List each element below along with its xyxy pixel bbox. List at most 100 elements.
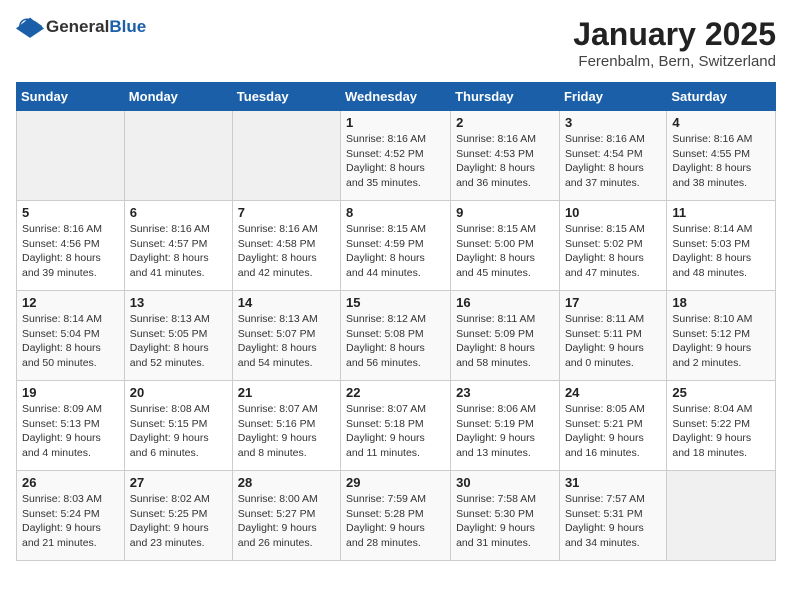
logo-blue: Blue xyxy=(109,17,146,36)
day-number: 27 xyxy=(130,475,227,490)
day-info: Sunrise: 8:06 AM Sunset: 5:19 PM Dayligh… xyxy=(456,402,554,461)
weekday-header-sunday: Sunday xyxy=(17,83,125,111)
day-info: Sunrise: 8:11 AM Sunset: 5:09 PM Dayligh… xyxy=(456,312,554,371)
day-info: Sunrise: 8:03 AM Sunset: 5:24 PM Dayligh… xyxy=(22,492,119,551)
day-cell: 24 Sunrise: 8:05 AM Sunset: 5:21 PM Dayli… xyxy=(559,381,666,471)
day-cell: 22 Sunrise: 8:07 AM Sunset: 5:18 PM Dayli… xyxy=(341,381,451,471)
day-info: Sunrise: 8:02 AM Sunset: 5:25 PM Dayligh… xyxy=(130,492,227,551)
day-info: Sunrise: 8:15 AM Sunset: 4:59 PM Dayligh… xyxy=(346,222,445,281)
title-block: January 2025 Ferenbalm, Bern, Switzerlan… xyxy=(573,16,776,70)
day-cell xyxy=(124,111,232,201)
logo-general: General xyxy=(46,17,109,36)
day-cell: 14 Sunrise: 8:13 AM Sunset: 5:07 PM Dayli… xyxy=(232,291,340,381)
day-number: 20 xyxy=(130,385,227,400)
page-header: GeneralBlue January 2025 Ferenbalm, Bern… xyxy=(16,16,776,70)
day-number: 12 xyxy=(22,295,119,310)
day-cell: 15 Sunrise: 8:12 AM Sunset: 5:08 PM Dayli… xyxy=(341,291,451,381)
day-info: Sunrise: 7:59 AM Sunset: 5:28 PM Dayligh… xyxy=(346,492,445,551)
day-cell: 19Sunrise: 8:09 AM Sunset: 5:13 PM Dayli… xyxy=(17,381,125,471)
day-cell: 31 Sunrise: 7:57 AM Sunset: 5:31 PM Dayli… xyxy=(559,471,666,561)
day-cell: 11 Sunrise: 8:14 AM Sunset: 5:03 PM Dayli… xyxy=(667,201,776,291)
day-cell: 13 Sunrise: 8:13 AM Sunset: 5:05 PM Dayli… xyxy=(124,291,232,381)
day-cell: 23 Sunrise: 8:06 AM Sunset: 5:19 PM Dayli… xyxy=(451,381,560,471)
week-row-3: 12 Sunrise: 8:14 AM Sunset: 5:04 PM Dayli… xyxy=(17,291,776,381)
day-info: Sunrise: 8:14 AM Sunset: 5:03 PM Dayligh… xyxy=(672,222,770,281)
day-number: 15 xyxy=(346,295,445,310)
day-cell: 12 Sunrise: 8:14 AM Sunset: 5:04 PM Dayli… xyxy=(17,291,125,381)
day-info: Sunrise: 8:14 AM Sunset: 5:04 PM Dayligh… xyxy=(22,312,119,371)
day-info: Sunrise: 7:58 AM Sunset: 5:30 PM Dayligh… xyxy=(456,492,554,551)
day-number: 2 xyxy=(456,115,554,130)
day-cell: 1 Sunrise: 8:16 AM Sunset: 4:52 PM Daylig… xyxy=(341,111,451,201)
day-info: Sunrise: 8:05 AM Sunset: 5:21 PM Dayligh… xyxy=(565,402,661,461)
day-cell xyxy=(232,111,340,201)
day-number: 25 xyxy=(672,385,770,400)
day-info: Sunrise: 8:16 AM Sunset: 4:54 PM Dayligh… xyxy=(565,132,661,191)
day-number: 26 xyxy=(22,475,119,490)
day-cell: 5 Sunrise: 8:16 AM Sunset: 4:56 PM Daylig… xyxy=(17,201,125,291)
day-number: 30 xyxy=(456,475,554,490)
day-info: Sunrise: 8:10 AM Sunset: 5:12 PM Dayligh… xyxy=(672,312,770,371)
week-row-1: 1 Sunrise: 8:16 AM Sunset: 4:52 PM Daylig… xyxy=(17,111,776,201)
day-cell: 3 Sunrise: 8:16 AM Sunset: 4:54 PM Daylig… xyxy=(559,111,666,201)
day-number: 16 xyxy=(456,295,554,310)
week-row-2: 5 Sunrise: 8:16 AM Sunset: 4:56 PM Daylig… xyxy=(17,201,776,291)
day-info: Sunrise: 8:07 AM Sunset: 5:18 PM Dayligh… xyxy=(346,402,445,461)
day-cell: 18Sunrise: 8:10 AM Sunset: 5:12 PM Dayli… xyxy=(667,291,776,381)
day-info: Sunrise: 8:12 AM Sunset: 5:08 PM Dayligh… xyxy=(346,312,445,371)
day-cell: 4 Sunrise: 8:16 AM Sunset: 4:55 PM Daylig… xyxy=(667,111,776,201)
day-info: Sunrise: 8:13 AM Sunset: 5:05 PM Dayligh… xyxy=(130,312,227,371)
day-number: 23 xyxy=(456,385,554,400)
day-info: Sunrise: 8:09 AM Sunset: 5:13 PM Dayligh… xyxy=(22,402,119,461)
day-info: Sunrise: 8:15 AM Sunset: 5:02 PM Dayligh… xyxy=(565,222,661,281)
day-number: 13 xyxy=(130,295,227,310)
day-number: 5 xyxy=(22,205,119,220)
day-number: 9 xyxy=(456,205,554,220)
weekday-header-saturday: Saturday xyxy=(667,83,776,111)
day-cell xyxy=(667,471,776,561)
day-number: 10 xyxy=(565,205,661,220)
day-number: 29 xyxy=(346,475,445,490)
day-number: 22 xyxy=(346,385,445,400)
day-info: Sunrise: 8:00 AM Sunset: 5:27 PM Dayligh… xyxy=(238,492,335,551)
weekday-header-friday: Friday xyxy=(559,83,666,111)
day-info: Sunrise: 8:16 AM Sunset: 4:55 PM Dayligh… xyxy=(672,132,770,191)
day-cell: 7Sunrise: 8:16 AM Sunset: 4:58 PM Daylig… xyxy=(232,201,340,291)
week-row-5: 26 Sunrise: 8:03 AM Sunset: 5:24 PM Dayli… xyxy=(17,471,776,561)
day-number: 31 xyxy=(565,475,661,490)
day-cell: 2Sunrise: 8:16 AM Sunset: 4:53 PM Daylig… xyxy=(451,111,560,201)
day-cell: 10 Sunrise: 8:15 AM Sunset: 5:02 PM Dayli… xyxy=(559,201,666,291)
day-number: 4 xyxy=(672,115,770,130)
day-number: 24 xyxy=(565,385,661,400)
day-number: 8 xyxy=(346,205,445,220)
day-number: 17 xyxy=(565,295,661,310)
day-number: 11 xyxy=(672,205,770,220)
day-cell: 21Sunrise: 8:07 AM Sunset: 5:16 PM Dayli… xyxy=(232,381,340,471)
day-info: Sunrise: 8:16 AM Sunset: 4:52 PM Dayligh… xyxy=(346,132,445,191)
day-cell: 28Sunrise: 8:00 AM Sunset: 5:27 PM Dayli… xyxy=(232,471,340,561)
day-cell: 30 Sunrise: 7:58 AM Sunset: 5:30 PM Dayli… xyxy=(451,471,560,561)
day-cell: 16 Sunrise: 8:11 AM Sunset: 5:09 PM Dayli… xyxy=(451,291,560,381)
day-cell: 25Sunrise: 8:04 AM Sunset: 5:22 PM Dayli… xyxy=(667,381,776,471)
weekday-header-wednesday: Wednesday xyxy=(341,83,451,111)
day-info: Sunrise: 8:07 AM Sunset: 5:16 PM Dayligh… xyxy=(238,402,335,461)
day-cell: 6Sunrise: 8:16 AM Sunset: 4:57 PM Daylig… xyxy=(124,201,232,291)
day-info: Sunrise: 8:16 AM Sunset: 4:56 PM Dayligh… xyxy=(22,222,119,281)
day-number: 14 xyxy=(238,295,335,310)
day-cell xyxy=(17,111,125,201)
day-number: 1 xyxy=(346,115,445,130)
day-info: Sunrise: 7:57 AM Sunset: 5:31 PM Dayligh… xyxy=(565,492,661,551)
day-cell: 29 Sunrise: 7:59 AM Sunset: 5:28 PM Dayli… xyxy=(341,471,451,561)
weekday-header-tuesday: Tuesday xyxy=(232,83,340,111)
day-info: Sunrise: 8:11 AM Sunset: 5:11 PM Dayligh… xyxy=(565,312,661,371)
weekday-header-monday: Monday xyxy=(124,83,232,111)
day-cell: 27 Sunrise: 8:02 AM Sunset: 5:25 PM Dayli… xyxy=(124,471,232,561)
day-info: Sunrise: 8:13 AM Sunset: 5:07 PM Dayligh… xyxy=(238,312,335,371)
day-cell: 26 Sunrise: 8:03 AM Sunset: 5:24 PM Dayli… xyxy=(17,471,125,561)
day-cell: 8 Sunrise: 8:15 AM Sunset: 4:59 PM Daylig… xyxy=(341,201,451,291)
day-info: Sunrise: 8:16 AM Sunset: 4:57 PM Dayligh… xyxy=(130,222,227,281)
day-info: Sunrise: 8:08 AM Sunset: 5:15 PM Dayligh… xyxy=(130,402,227,461)
day-number: 3 xyxy=(565,115,661,130)
day-number: 7 xyxy=(238,205,335,220)
weekday-header-row: SundayMondayTuesdayWednesdayThursdayFrid… xyxy=(17,83,776,111)
